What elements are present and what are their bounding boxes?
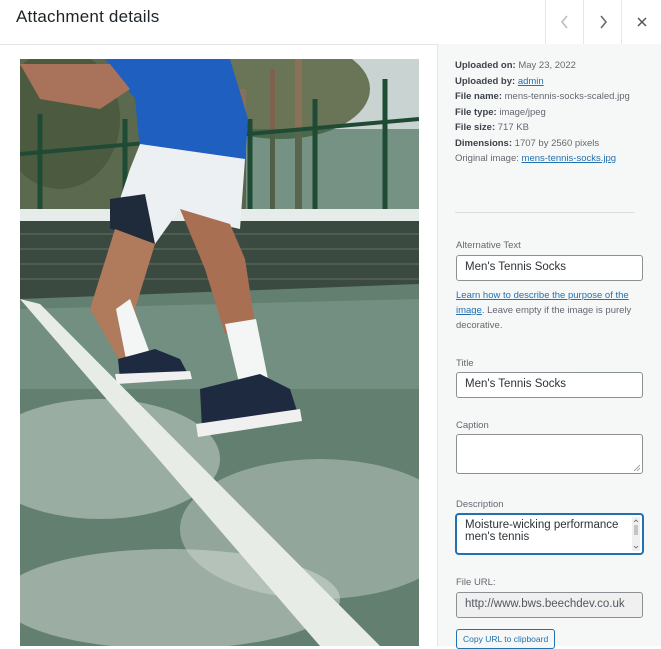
- dimensions-label: Dimensions:: [455, 137, 513, 149]
- dimensions-value: 1707 by 2560 pixels: [514, 137, 600, 149]
- original-image-label: Original image:: [455, 153, 519, 164]
- alt-text-input[interactable]: Men's Tennis Socks: [456, 255, 643, 281]
- alt-text-help-text: . Leave empty if the image is purely dec…: [456, 305, 632, 331]
- uploaded-by-link[interactable]: admin: [518, 76, 544, 87]
- tennis-player-photo: [20, 59, 419, 646]
- original-image-link[interactable]: mens-tennis-socks.jpg: [522, 153, 617, 164]
- file-details: Uploaded on: May 23, 2022 Uploaded by: a…: [455, 58, 650, 167]
- file-size-value: 717 KB: [497, 122, 529, 133]
- caption-textarea[interactable]: [456, 434, 643, 474]
- next-attachment-button[interactable]: [583, 0, 621, 44]
- description-value: Moisture-wicking performance men's tenni…: [465, 519, 619, 543]
- uploaded-by-label: Uploaded by:: [455, 75, 516, 87]
- divider: [455, 212, 635, 213]
- alt-text-label: Alternative Text: [456, 240, 521, 251]
- description-label: Description: [456, 499, 504, 510]
- chevron-left-icon: [560, 15, 568, 29]
- file-url-label: File URL:: [456, 577, 496, 588]
- close-button[interactable]: [621, 0, 661, 44]
- uploaded-on-label: Uploaded on:: [455, 60, 516, 71]
- attachment-image: [20, 59, 419, 646]
- file-size-label: File size:: [455, 122, 496, 133]
- close-icon: [636, 17, 647, 27]
- chevron-right-icon: [599, 15, 607, 29]
- file-url-input[interactable]: http://www.bws.beechdev.co.uk: [456, 592, 643, 618]
- uploaded-on-value: May 23, 2022: [518, 60, 576, 71]
- description-textarea[interactable]: Moisture-wicking performance men's tenni…: [456, 514, 643, 554]
- file-name-label: File name:: [455, 91, 502, 102]
- modal-header: Attachment details: [0, 0, 661, 45]
- file-type-value: image/jpeg: [499, 106, 546, 118]
- caption-label: Caption: [456, 420, 489, 431]
- alt-text-help: Learn how to describe the purpose of the…: [456, 288, 646, 333]
- copy-url-button[interactable]: Copy URL to clipboard: [456, 629, 556, 649]
- scrollbar[interactable]: [631, 517, 641, 551]
- previous-attachment-button[interactable]: [545, 0, 583, 44]
- modal-title: Attachment details: [16, 7, 160, 26]
- resize-handle-icon[interactable]: [633, 464, 640, 471]
- title-label: Title: [456, 358, 474, 369]
- file-type-label: File type:: [455, 106, 497, 118]
- file-name-value: mens-tennis-socks-scaled.jpg: [504, 91, 630, 102]
- attachment-details-sidebar: Uploaded on: May 23, 2022 Uploaded by: a…: [437, 44, 661, 649]
- title-input[interactable]: Men's Tennis Socks: [456, 372, 643, 398]
